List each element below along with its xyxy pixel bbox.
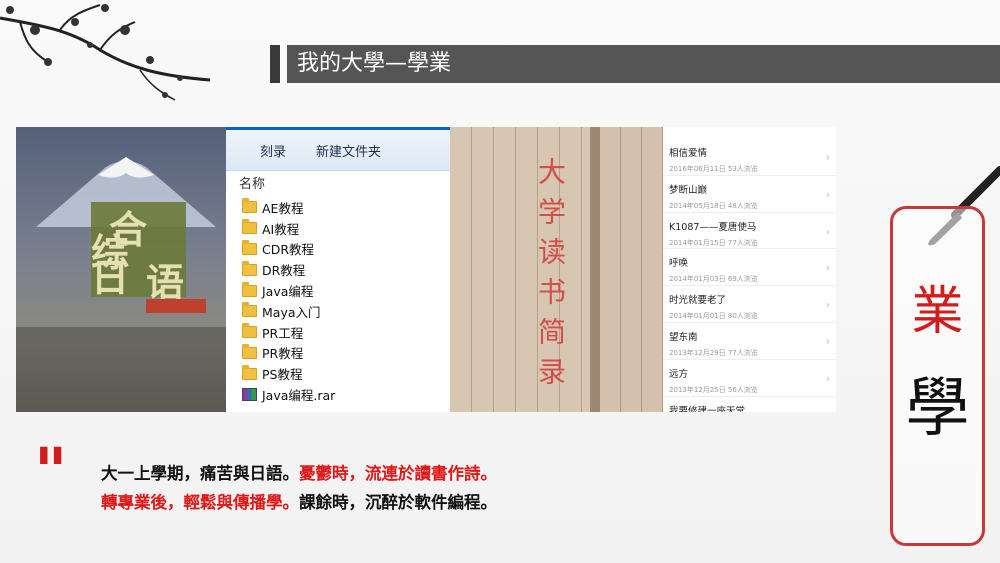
item-title: 远方	[669, 368, 689, 380]
file-name: PR教程	[262, 346, 304, 362]
caption-highlight: 轉專業後，輕鬆與傳播學。	[101, 493, 299, 512]
list-item[interactable]: 呼唤 2014年01月03日 69人浏览 ›	[663, 249, 836, 287]
phone-top-bar	[663, 127, 836, 139]
archive-icon	[242, 388, 257, 402]
item-title: 望东南	[669, 331, 698, 343]
item-meta: 2013年12月29日 77人浏览	[669, 348, 758, 357]
chevron-right-icon: ›	[825, 334, 830, 348]
file-item[interactable]: PS教程	[226, 363, 450, 384]
item-title: K1087——夏唐使马	[669, 221, 757, 233]
item-title: 梦断山巅	[669, 184, 708, 196]
article-list-screenshot: 相信爱情 2016年06月11日 53人浏览 › 梦断山巅 2014年05月18日 4…	[663, 127, 836, 412]
notebook-red-title: 大学读书简录	[534, 157, 567, 397]
notebook-right-page	[600, 127, 663, 412]
list-item[interactable]: 望东南 2013年12月29日 77人浏览 ›	[663, 323, 836, 360]
item-meta: 2014年01月01日 80人浏览	[669, 312, 758, 321]
list-item[interactable]: 相信爱情 2016年06月11日 53人浏览 ›	[663, 139, 836, 176]
file-name: Maya入门	[262, 304, 321, 320]
file-name: Java编程.rar	[262, 388, 336, 404]
folder-icon	[242, 364, 257, 380]
folder-icon	[242, 219, 257, 235]
name-column-header[interactable]: 名称	[226, 173, 450, 197]
file-item[interactable]: PR工程	[226, 322, 450, 343]
scroll-char-top: 業	[911, 282, 964, 342]
book-title-char: 日	[91, 256, 130, 300]
file-item[interactable]: Java编程.rar	[226, 384, 450, 405]
list-item[interactable]: 时光就要老了 2014年01月01日 80人浏览 ›	[663, 286, 836, 323]
list-item[interactable]: 远方 2013年12月25日 56人浏览 ›	[663, 360, 836, 397]
folder-icon	[242, 323, 257, 339]
red-label	[146, 299, 206, 313]
file-item[interactable]: DR教程	[226, 259, 450, 280]
folder-icon	[242, 302, 257, 318]
plum-branch-illustration	[0, 4, 211, 101]
textbook-cover-image: 合 综 日 语	[16, 127, 226, 412]
caption-text: 大一上學期，痛苦與日語。	[101, 464, 299, 483]
file-name: Java编程	[262, 284, 314, 300]
file-explorer-window: 刻录 新建文件夹 名称 AE教程 AI教程 CDR教程 DR教程 Java编程 …	[226, 127, 450, 412]
caption-highlight: 憂鬱時，流連於讀書作詩。	[299, 464, 497, 483]
file-name: CDR教程	[262, 242, 315, 258]
list-item[interactable]: 梦断山巅 2014年05月18日 48人浏览 ›	[663, 176, 836, 213]
chevron-right-icon: ›	[825, 371, 830, 385]
file-item[interactable]: AE教程	[226, 197, 450, 218]
folder-icon	[242, 198, 257, 214]
list-item[interactable]: K1087——夏唐使马 2014年01月15日 77人浏览 ›	[663, 213, 836, 250]
chevron-right-icon: ›	[825, 224, 830, 238]
burn-button[interactable]: 刻录	[260, 141, 286, 160]
file-name: DR教程	[262, 263, 306, 279]
file-item[interactable]: CDR教程	[226, 239, 450, 260]
file-name: PR工程	[262, 325, 304, 341]
notebook-left-page	[450, 127, 600, 412]
file-name: AE教程	[262, 200, 304, 216]
item-title: 呼唤	[669, 258, 689, 270]
item-meta: 2014年05月18日 48人浏览	[669, 201, 758, 210]
item-meta: 2013年12月25日 56人浏览	[669, 385, 758, 394]
title-marker	[270, 45, 280, 83]
file-item[interactable]: AI教程	[226, 218, 450, 239]
file-name: AI教程	[262, 221, 300, 237]
item-title: 我要修建一座天堂	[669, 405, 746, 412]
file-item[interactable]: PR教程	[226, 343, 450, 364]
quote-mark: "	[34, 434, 67, 509]
item-title: 相信爱情	[669, 148, 708, 159]
folder-icon	[242, 343, 257, 359]
chevron-right-icon: ›	[825, 187, 830, 201]
scroll-panel: 業 學	[890, 206, 985, 546]
scroll-char-bottom: 學	[905, 372, 970, 446]
caption-line-1: 大一上學期，痛苦與日語。憂鬱時，流連於讀書作詩。	[101, 460, 497, 484]
item-meta: 2014年01月15日 77人浏览	[669, 238, 758, 247]
list-item[interactable]: 我要修建一座天堂	[663, 397, 836, 412]
caption-text: 課餘時，沉醉於軟件編程。	[299, 493, 497, 512]
folder-icon	[242, 281, 257, 297]
item-title: 时光就要老了	[669, 295, 727, 307]
handwritten-notebook-image: 大学读书简录	[450, 127, 663, 412]
file-item[interactable]: Java编程	[226, 280, 450, 301]
file-name: PS教程	[262, 367, 303, 383]
caption-line-2: 轉專業後，輕鬆與傳播學。課餘時，沉醉於軟件編程。	[101, 489, 497, 513]
item-meta: 2014年01月03日 69人浏览	[669, 275, 758, 284]
folder-icon	[242, 260, 257, 276]
chevron-right-icon: ›	[825, 261, 830, 275]
chevron-right-icon: ›	[825, 298, 830, 312]
cover-shadow	[16, 327, 226, 412]
explorer-toolbar: 刻录 新建文件夹	[226, 130, 450, 171]
file-item[interactable]: Maya入门	[226, 301, 450, 322]
folder-icon	[242, 239, 257, 255]
new-folder-button[interactable]: 新建文件夹	[316, 141, 381, 160]
item-meta: 2016年06月11日 53人浏览	[669, 165, 758, 173]
page-title: 我的大學—學業	[287, 45, 1000, 83]
chevron-right-icon: ›	[825, 151, 830, 164]
